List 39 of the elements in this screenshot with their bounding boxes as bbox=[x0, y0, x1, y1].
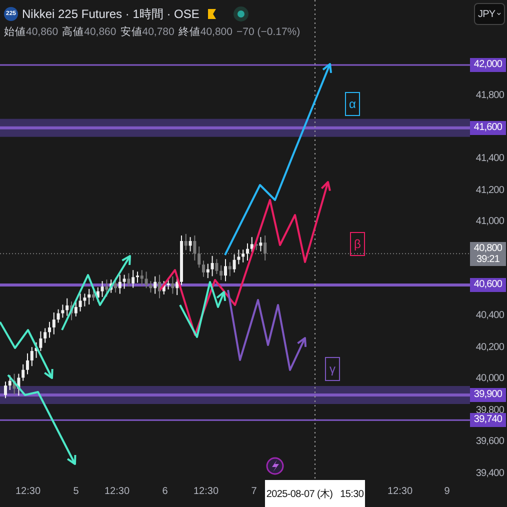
price-level-label: 40,600 bbox=[470, 278, 506, 292]
price-level-label: 41,600 bbox=[470, 120, 506, 135]
price-tick: 41,400 bbox=[476, 153, 504, 166]
price-tick: 39,600 bbox=[476, 436, 504, 448]
price-tick: 40,200 bbox=[476, 342, 504, 354]
time-tick: 12:30 bbox=[15, 486, 41, 497]
wave-label: α bbox=[345, 92, 360, 116]
chevron-down-icon bbox=[497, 12, 501, 16]
status-dot-icon[interactable] bbox=[233, 6, 250, 22]
price-level-label: 39,900 bbox=[470, 388, 506, 402]
time-tick: 6 bbox=[162, 486, 168, 497]
price-tick: 39,800 bbox=[476, 404, 504, 416]
price-level-label: 42,000 bbox=[470, 58, 506, 72]
time-tick: 7 bbox=[251, 486, 257, 497]
lightning-icon[interactable] bbox=[266, 457, 284, 475]
time-tick: 5 bbox=[73, 486, 79, 497]
currency-button[interactable]: JPY bbox=[474, 3, 505, 25]
time-tick: 12:30 bbox=[104, 486, 130, 497]
crosshair-time-label: 2025-08-07 (木) 15:30 bbox=[265, 480, 365, 507]
wave-label: β bbox=[350, 232, 365, 256]
ohlc-value: 始値40,860 bbox=[4, 25, 58, 39]
current-price-label: 40,800 39:21 bbox=[470, 242, 506, 266]
price-change: −70 (−0.17%) bbox=[236, 26, 300, 38]
price-tick: 40,000 bbox=[476, 373, 504, 386]
ohlc-value: 終値40,800 bbox=[178, 25, 232, 39]
time-tick: 9 bbox=[444, 486, 450, 497]
chart-title[interactable]: Nikkei 225 Futures · 1時間 · OSE bbox=[22, 6, 200, 22]
price-tick: 41,200 bbox=[476, 184, 504, 197]
flag-icon[interactable] bbox=[207, 8, 218, 20]
wave-label: γ bbox=[325, 357, 340, 381]
ohlc-value: 安値40,780 bbox=[120, 25, 174, 39]
price-level-label: 39,740 bbox=[470, 413, 506, 428]
time-tick: 12:30 bbox=[193, 486, 219, 497]
time-tick: 12:30 bbox=[387, 486, 413, 497]
price-tick: 41,000 bbox=[476, 216, 504, 228]
price-tick: 41,800 bbox=[476, 90, 504, 102]
price-tick: 39,400 bbox=[476, 468, 504, 480]
price-tick: 40,400 bbox=[476, 310, 504, 322]
ohlc-value: 高値40,860 bbox=[62, 25, 116, 39]
